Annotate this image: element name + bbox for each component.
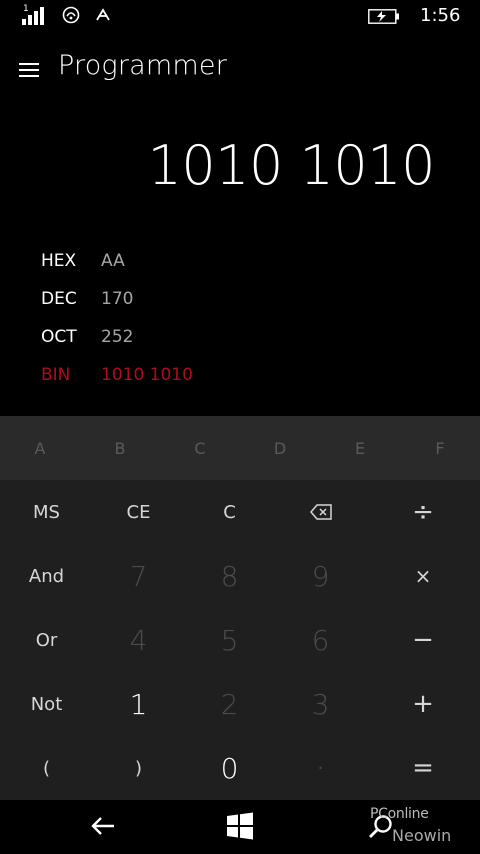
battery-charging-icon	[368, 9, 399, 24]
not-button[interactable]: Not	[0, 672, 93, 736]
or-button[interactable]: Or	[0, 608, 93, 672]
digit-6-button[interactable]: 6	[275, 608, 366, 672]
watermark-text: PConline	[370, 806, 429, 822]
status-bar: 1 1:56	[0, 0, 480, 34]
radix-hex[interactable]: HEX AA	[41, 242, 441, 280]
radix-list: HEX AA DEC 170 OCT 252 BIN 1010 1010	[41, 242, 441, 394]
divide-button[interactable]: ÷	[366, 480, 480, 544]
backspace-icon	[309, 504, 332, 520]
app-header: Programmer	[0, 44, 480, 92]
windows-start-icon[interactable]	[226, 812, 254, 840]
minus-button[interactable]: −	[366, 608, 480, 672]
key-e[interactable]: E	[320, 416, 400, 480]
hex-key-row: A B C D E F	[0, 416, 480, 480]
digit-9-button[interactable]: 9	[275, 544, 366, 608]
open-paren-button[interactable]: (	[0, 736, 93, 800]
result-display: 1010 1010	[147, 134, 435, 197]
clock: 1:56	[420, 5, 461, 26]
key-c[interactable]: C	[160, 416, 240, 480]
digit-2-button[interactable]: 2	[184, 672, 275, 736]
digit-1-button[interactable]: 1	[93, 672, 184, 736]
multiply-button[interactable]: ×	[366, 544, 480, 608]
digit-3-button[interactable]: 3	[275, 672, 366, 736]
close-paren-button[interactable]: )	[93, 736, 184, 800]
radix-label: DEC	[41, 289, 77, 309]
and-button[interactable]: And	[0, 544, 93, 608]
memory-store-button[interactable]: MS	[0, 480, 93, 544]
radix-value: 1010 1010	[101, 365, 193, 385]
radix-label: BIN	[41, 365, 71, 385]
radix-value: 252	[101, 327, 134, 347]
key-b[interactable]: B	[80, 416, 160, 480]
key-a[interactable]: A	[0, 416, 80, 480]
hamburger-menu-icon[interactable]	[19, 63, 39, 77]
plus-button[interactable]: +	[366, 672, 480, 736]
key-d[interactable]: D	[240, 416, 320, 480]
radix-label: HEX	[41, 251, 77, 271]
digit-8-button[interactable]: 8	[184, 544, 275, 608]
digit-7-button[interactable]: 7	[93, 544, 184, 608]
radix-label: OCT	[41, 327, 77, 347]
keypad: A B C D E F MS CE C ÷ And 7 8 9 × Or 4 5…	[0, 416, 480, 800]
radix-oct[interactable]: OCT 252	[41, 318, 441, 356]
decimal-button[interactable]: ·	[275, 736, 366, 800]
clear-button[interactable]: C	[184, 480, 275, 544]
signal-icon	[22, 5, 44, 25]
backspace-button[interactable]	[275, 480, 366, 544]
back-arrow-icon[interactable]	[90, 814, 116, 838]
equals-button[interactable]: =	[366, 736, 480, 800]
data-sense-icon	[96, 8, 110, 21]
radix-bin[interactable]: BIN 1010 1010	[41, 356, 441, 394]
clear-entry-button[interactable]: CE	[93, 480, 184, 544]
radix-dec[interactable]: DEC 170	[41, 280, 441, 318]
key-grid: MS CE C ÷ And 7 8 9 × Or 4 5 6 − Not 1 2…	[0, 480, 480, 800]
radix-value: 170	[101, 289, 134, 309]
wifi-icon	[62, 6, 80, 24]
digit-4-button[interactable]: 4	[93, 608, 184, 672]
digit-5-button[interactable]: 5	[184, 608, 275, 672]
page-title: Programmer	[58, 50, 227, 81]
digit-0-button[interactable]: 0	[184, 736, 275, 800]
watermark-text: Neowin	[392, 826, 452, 845]
radix-value: AA	[101, 251, 125, 271]
key-f[interactable]: F	[400, 416, 480, 480]
